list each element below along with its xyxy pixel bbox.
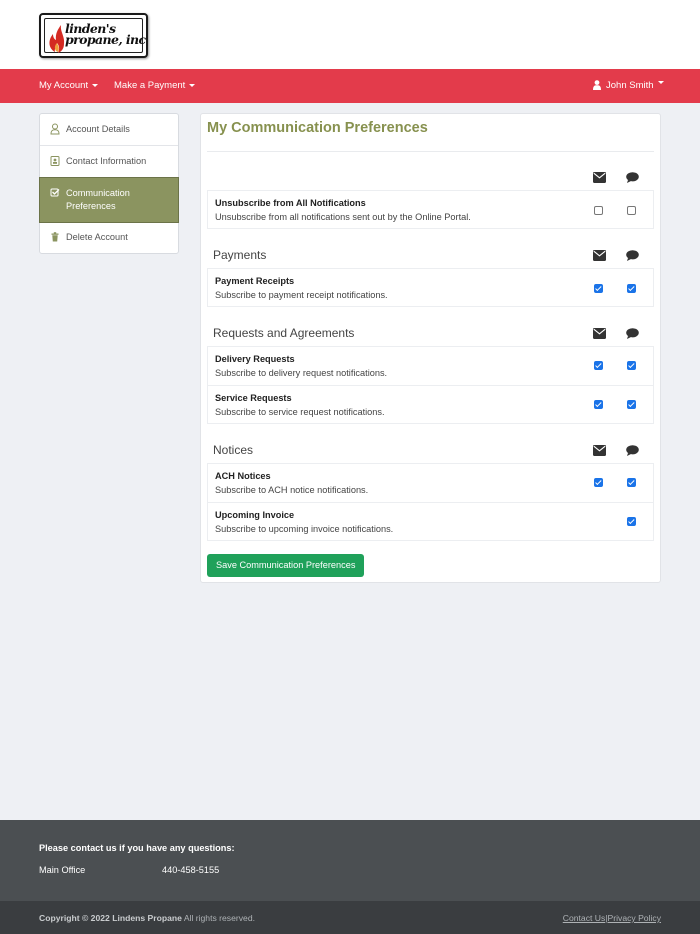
chat-bubble-icon: [626, 328, 639, 339]
sidebar-item-label: Account Details: [66, 124, 130, 134]
delivery-requests-sms-checkbox[interactable]: [627, 361, 636, 370]
user-name: John Smith: [606, 80, 654, 91]
make-payment-menu[interactable]: Make a Payment: [114, 69, 196, 103]
sidebar-item-delete-account[interactable]: Delete Account: [40, 222, 178, 253]
user-outline-icon: [50, 123, 60, 135]
preference-title: ACH Notices: [215, 471, 271, 481]
caret-down-icon: [657, 80, 664, 84]
office-label: Main Office: [39, 865, 86, 875]
preference-description: Subscribe to payment receipt notificatio…: [215, 290, 388, 300]
service-requests-email-checkbox[interactable]: [594, 400, 603, 409]
account-sidebar: Account Details Contact Information Comm…: [39, 113, 179, 254]
save-preferences-button[interactable]: Save Communication Preferences: [207, 554, 365, 577]
my-account-label: My Account: [39, 80, 89, 91]
trash-icon: [51, 232, 59, 242]
preference-title: Delivery Requests: [215, 354, 295, 364]
copyright: Copyright © 2022 Lindens Propane All rig…: [39, 913, 255, 923]
service-requests-sms-checkbox[interactable]: [627, 400, 636, 409]
copyright-rest: All rights reserved.: [181, 913, 255, 923]
unsubscribe-row: Unsubscribe from All Notifications Unsub…: [207, 190, 654, 229]
envelope-icon: [593, 445, 606, 456]
unsubscribe-sms-checkbox[interactable]: [627, 206, 636, 215]
preference-title: Payment Receipts: [215, 276, 295, 286]
sidebar-item-label: Delete Account: [66, 232, 128, 242]
payment-receipts-email-checkbox[interactable]: [594, 284, 603, 293]
main-navbar: My Account Make a Payment John Smith: [0, 69, 700, 103]
chat-bubble-icon: [626, 250, 639, 261]
payment-receipts-sms-checkbox[interactable]: [627, 284, 636, 293]
site-header: linden's propane, inc: [0, 0, 700, 69]
sidebar-item-contact-information[interactable]: Contact Information: [40, 146, 178, 178]
preference-description: Subscribe to delivery request notificati…: [215, 368, 388, 378]
delivery-requests-email-checkbox[interactable]: [594, 361, 603, 370]
copyright-bold: Copyright © 2022 Lindens Propane: [39, 913, 182, 923]
group-title-notices: Notices: [213, 443, 254, 457]
preference-group-notices: ACH Notices Subscribe to ACH notice noti…: [207, 463, 654, 541]
preference-title: Upcoming Invoice: [215, 510, 295, 520]
make-payment-label: Make a Payment: [114, 80, 186, 91]
chat-bubble-icon: [626, 445, 639, 456]
footer-legal: Copyright © 2022 Lindens Propane All rig…: [0, 901, 700, 934]
logo-wordmark: linden's propane, inc: [65, 22, 146, 47]
group-title-payments: Payments: [213, 248, 267, 262]
preference-description: Subscribe to service request notificatio…: [215, 407, 385, 417]
envelope-icon: [593, 172, 606, 183]
envelope-icon: [593, 250, 606, 261]
user-icon: [593, 80, 601, 91]
sidebar-item-label: Contact Information: [66, 156, 147, 166]
user-menu[interactable]: John Smith: [593, 69, 664, 103]
chat-bubble-icon: [626, 172, 639, 183]
divider: [207, 151, 654, 152]
caret-down-icon: [92, 83, 99, 87]
preference-group-requests: Delivery Requests Subscribe to delivery …: [207, 346, 654, 424]
checkbox-icon: [50, 188, 60, 197]
sidebar-item-communication-preferences[interactable]: Communication Preferences: [39, 177, 179, 223]
preference-description: Subscribe to upcoming invoice notificati…: [215, 524, 394, 534]
preference-row-payment-receipts: Payment Receipts Subscribe to payment re…: [207, 268, 654, 307]
footer-contact: Please contact us if you have any questi…: [0, 820, 700, 901]
unsubscribe-email-checkbox[interactable]: [594, 206, 603, 215]
preference-title: Service Requests: [215, 393, 292, 403]
contact-us-link[interactable]: Contact Us: [563, 913, 606, 923]
unsubscribe-description: Unsubscribe from all notifications sent …: [215, 212, 471, 222]
company-logo[interactable]: linden's propane, inc: [39, 13, 148, 58]
ach-notices-email-checkbox[interactable]: [594, 478, 603, 487]
row-divider: [208, 502, 653, 503]
envelope-icon: [593, 328, 606, 339]
office-phone[interactable]: 440-458-5155: [162, 865, 219, 875]
ach-notices-sms-checkbox[interactable]: [627, 478, 636, 487]
preference-description: Subscribe to ACH notice notifications.: [215, 485, 369, 495]
privacy-policy-link[interactable]: Privacy Policy: [608, 913, 661, 923]
page-title: My Communication Preferences: [207, 120, 428, 136]
row-divider: [208, 385, 653, 386]
logo-line-2: propane, inc: [65, 32, 146, 47]
contact-card-icon: [50, 156, 60, 166]
upcoming-invoice-sms-checkbox[interactable]: [627, 517, 636, 526]
sidebar-item-account-details[interactable]: Account Details: [40, 114, 178, 146]
my-account-menu[interactable]: My Account: [39, 69, 99, 103]
sidebar-item-label: Communication Preferences: [66, 188, 130, 211]
preferences-panel: My Communication Preferences Unsubscribe…: [200, 113, 661, 583]
group-title-requests: Requests and Agreements: [213, 326, 355, 340]
footer-links: Contact Us|Privacy Policy: [563, 913, 661, 923]
footer-heading: Please contact us if you have any questi…: [39, 843, 235, 853]
caret-down-icon: [189, 83, 196, 87]
unsubscribe-title: Unsubscribe from All Notifications: [215, 198, 366, 208]
